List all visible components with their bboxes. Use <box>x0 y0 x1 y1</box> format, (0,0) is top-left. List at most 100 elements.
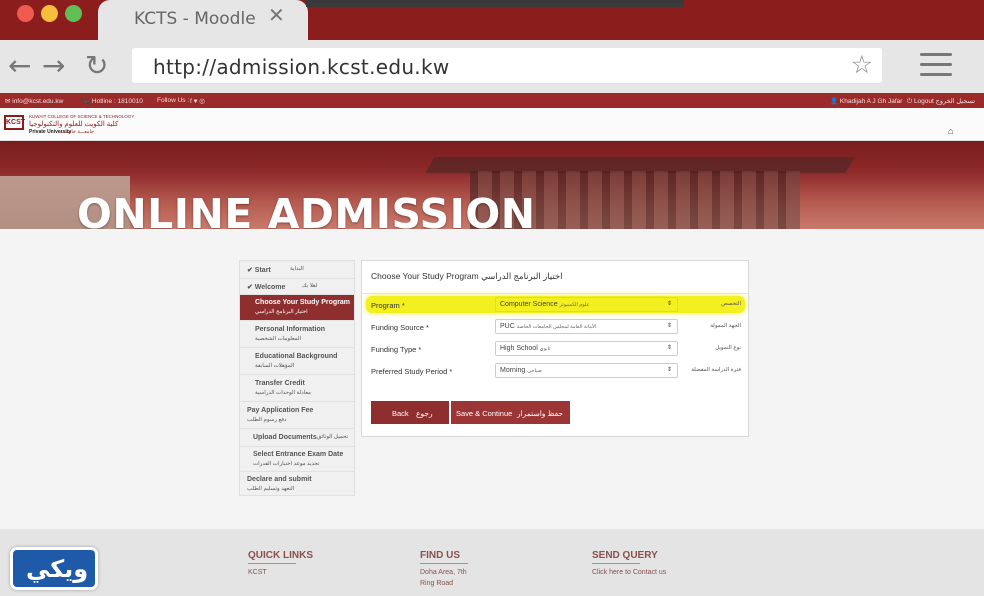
save-continue-button[interactable]: Save & Continue حفظ واستمرار <box>451 401 570 424</box>
window-minimize-button[interactable] <box>41 5 58 22</box>
step-choose-program[interactable]: Choose Your Study Program اختيار البرنام… <box>240 295 354 321</box>
step-educational-background[interactable]: Educational Background المؤهلات السابقة <box>240 348 354 375</box>
study-period-select[interactable]: Morning صباحي ⇕ <box>495 363 678 378</box>
user-name[interactable]: 👤 Khadijah A J Gh Jafar <box>830 97 902 105</box>
step-upload-documents-label: Upload Documents <box>253 434 317 441</box>
url-text[interactable]: http://admission.kcst.edu.kw <box>153 55 450 79</box>
step-welcome-label: ✔ Welcome <box>247 284 286 291</box>
step-entrance-exam-date-label-ar: تحديد موعد اختبارات القدرات <box>253 461 320 467</box>
step-transfer-credit-label: Transfer Credit <box>255 380 305 387</box>
chevron-updown-icon: ⇕ <box>666 367 672 373</box>
browser-tab[interactable]: KCTS - Moodle ✕ <box>98 0 308 40</box>
window-close-button[interactable] <box>17 5 34 22</box>
funding-type-select[interactable]: High School ثانوي ⇕ <box>495 341 678 356</box>
footer-divider <box>420 563 468 564</box>
footer-divider <box>248 563 296 564</box>
chevron-updown-icon: ⇕ <box>666 345 672 351</box>
hamburger-menu-icon[interactable] <box>920 53 952 83</box>
address-line-2: Ring Road <box>420 580 454 587</box>
address-bar[interactable]: http://admission.kcst.edu.kw ☆ <box>132 48 882 83</box>
step-choose-program-label: Choose Your Study Program <box>255 299 351 306</box>
college-name-en: KUWAIT COLLEGE OF SCIENCE & TECHNOLOGY <box>29 114 135 119</box>
step-pay-application-fee[interactable]: Pay Application Fee دفع رسوم الطلب <box>240 402 354 429</box>
find-us-heading: FIND US <box>420 550 460 561</box>
step-personal-information-label: Personal Information <box>255 326 326 333</box>
college-logo-icon[interactable]: KCST <box>4 115 25 130</box>
step-welcome-label-ar: اهلا بك <box>302 283 318 289</box>
funding-type-label-ar: نوع التمويل <box>715 345 741 351</box>
program-select-value: Computer Science <box>500 301 558 308</box>
inactive-tab[interactable] <box>306 0 684 7</box>
private-university-label-ar: جامعـــة خاصـــة <box>60 129 95 135</box>
contact-us-link[interactable]: Click here to Contact us <box>592 569 666 576</box>
step-upload-documents[interactable]: Upload Documents تحميل الوثائق <box>240 429 354 447</box>
logout-link[interactable]: ⏻ Logout تسجيل الخروج <box>907 97 975 106</box>
home-icon[interactable]: ⌂ <box>948 126 953 136</box>
step-choose-program-label-ar: اختيار البرنامج الدراسي <box>255 309 308 315</box>
funding-source-select-value-ar: الأمانة العامة لمجلس الجامعات الخاصة <box>516 324 597 330</box>
social-icons[interactable]: f ♥ ◎ <box>190 97 205 105</box>
save-continue-label-ar: حفظ واستمرار <box>517 409 564 418</box>
send-query-heading: SEND QUERY <box>592 550 658 561</box>
bookmark-star-icon[interactable]: ☆ <box>851 50 873 80</box>
footer-divider <box>592 563 640 564</box>
panel-title: Choose Your Study Program اختيار البرنام… <box>371 271 563 281</box>
program-label: Program * <box>371 301 405 310</box>
study-period-row: Preferred Study Period * Morning صباحي ⇕… <box>362 361 748 381</box>
funding-type-select-value-ar: ثانوي <box>539 346 551 352</box>
step-transfer-credit[interactable]: Transfer Credit معادلة الوحدات الدراسية <box>240 375 354 402</box>
funding-type-select-value: High School <box>500 345 538 352</box>
hotline-text: 📞 Hotline : 1810010 <box>82 98 143 105</box>
step-start[interactable]: ✔ Start البداية <box>240 261 354 279</box>
step-pay-application-fee-label: Pay Application Fee <box>247 407 314 414</box>
step-start-label: ✔ Start <box>247 267 271 274</box>
follow-us-label: Follow Us : <box>157 97 190 104</box>
quick-links-heading: QUICK LINKS <box>248 550 313 561</box>
window-maximize-button[interactable] <box>65 5 82 22</box>
watermark-text: ويكي <box>26 555 89 583</box>
step-declare-and-submit-label-ar: التعهد وتسليم الطلب <box>247 486 295 492</box>
study-period-label: Preferred Study Period * <box>371 367 453 376</box>
back-button-label-ar: رجوع <box>416 409 433 418</box>
step-personal-information-label-ar: المعلومات الشخصية <box>255 336 302 342</box>
step-entrance-exam-date-label: Select Entrance Exam Date <box>253 451 344 458</box>
panel-divider <box>362 293 748 294</box>
save-continue-label: Save & Continue <box>456 409 513 418</box>
step-educational-background-label: Educational Background <box>255 353 338 360</box>
tab-title: KCTS - Moodle <box>134 9 256 29</box>
email-link[interactable]: ✉ info@kcst.edu.kw <box>5 97 63 105</box>
hero-title: ONLINE ADMISSION <box>77 190 536 229</box>
watermark-logo: ويكي <box>10 547 98 590</box>
funding-source-label-ar: الجهة الممولة <box>710 323 741 329</box>
step-entrance-exam-date[interactable]: Select Entrance Exam Date تحديد موعد اخت… <box>240 447 354 472</box>
program-select[interactable]: Computer Science علوم الكمبيوتر ⇕ <box>495 297 678 312</box>
step-pay-application-fee-label-ar: دفع رسوم الطلب <box>247 417 287 423</box>
program-label-ar: التخصص <box>721 301 741 307</box>
funding-source-row: Funding Source * PUC الأمانة العامة لمجل… <box>362 317 748 337</box>
quick-link-kcst[interactable]: KCST <box>248 569 267 576</box>
logo-strip: KCST KUWAIT COLLEGE OF SCIENCE & TECHNOL… <box>0 108 984 141</box>
program-selection-panel: Choose Your Study Program اختيار البرنام… <box>361 260 749 437</box>
study-period-label-ar: فترة الدراسة المفضلة <box>691 367 741 373</box>
step-personal-information[interactable]: Personal Information المعلومات الشخصية <box>240 321 354 348</box>
funding-source-select-value: PUC <box>500 323 515 330</box>
step-upload-documents-label-ar: تحميل الوثائق <box>317 434 348 440</box>
site-footer: QUICK LINKS KCST FIND US Doha Area, 7th … <box>0 529 984 596</box>
step-welcome[interactable]: ✔ Welcome اهلا بك <box>240 279 354 295</box>
admission-steps-sidebar: ✔ Start البداية ✔ Welcome اهلا بك Choose… <box>239 260 355 496</box>
tab-close-icon[interactable]: ✕ <box>268 3 285 28</box>
step-declare-and-submit[interactable]: Declare and submit التعهد وتسليم الطلب <box>240 472 354 496</box>
back-button[interactable]: Back رجوع <box>371 401 449 424</box>
arrow-right-icon[interactable]: → <box>42 49 65 82</box>
funding-source-label: Funding Source * <box>371 323 429 332</box>
step-start-label-ar: البداية <box>290 266 304 272</box>
step-transfer-credit-label-ar: معادلة الوحدات الدراسية <box>255 390 311 396</box>
funding-source-select[interactable]: PUC الأمانة العامة لمجلس الجامعات الخاصة… <box>495 319 678 334</box>
arrow-left-icon[interactable]: ← <box>8 49 31 82</box>
funding-type-label: Funding Type * <box>371 345 422 354</box>
site-top-bar: ✉ info@kcst.edu.kw 📞 Hotline : 1810010 F… <box>0 93 984 108</box>
step-educational-background-label-ar: المؤهلات السابقة <box>255 363 295 369</box>
reload-icon[interactable]: ↻ <box>85 49 108 82</box>
chevron-updown-icon: ⇕ <box>666 301 672 307</box>
address-line-1: Doha Area, 7th <box>420 569 467 576</box>
